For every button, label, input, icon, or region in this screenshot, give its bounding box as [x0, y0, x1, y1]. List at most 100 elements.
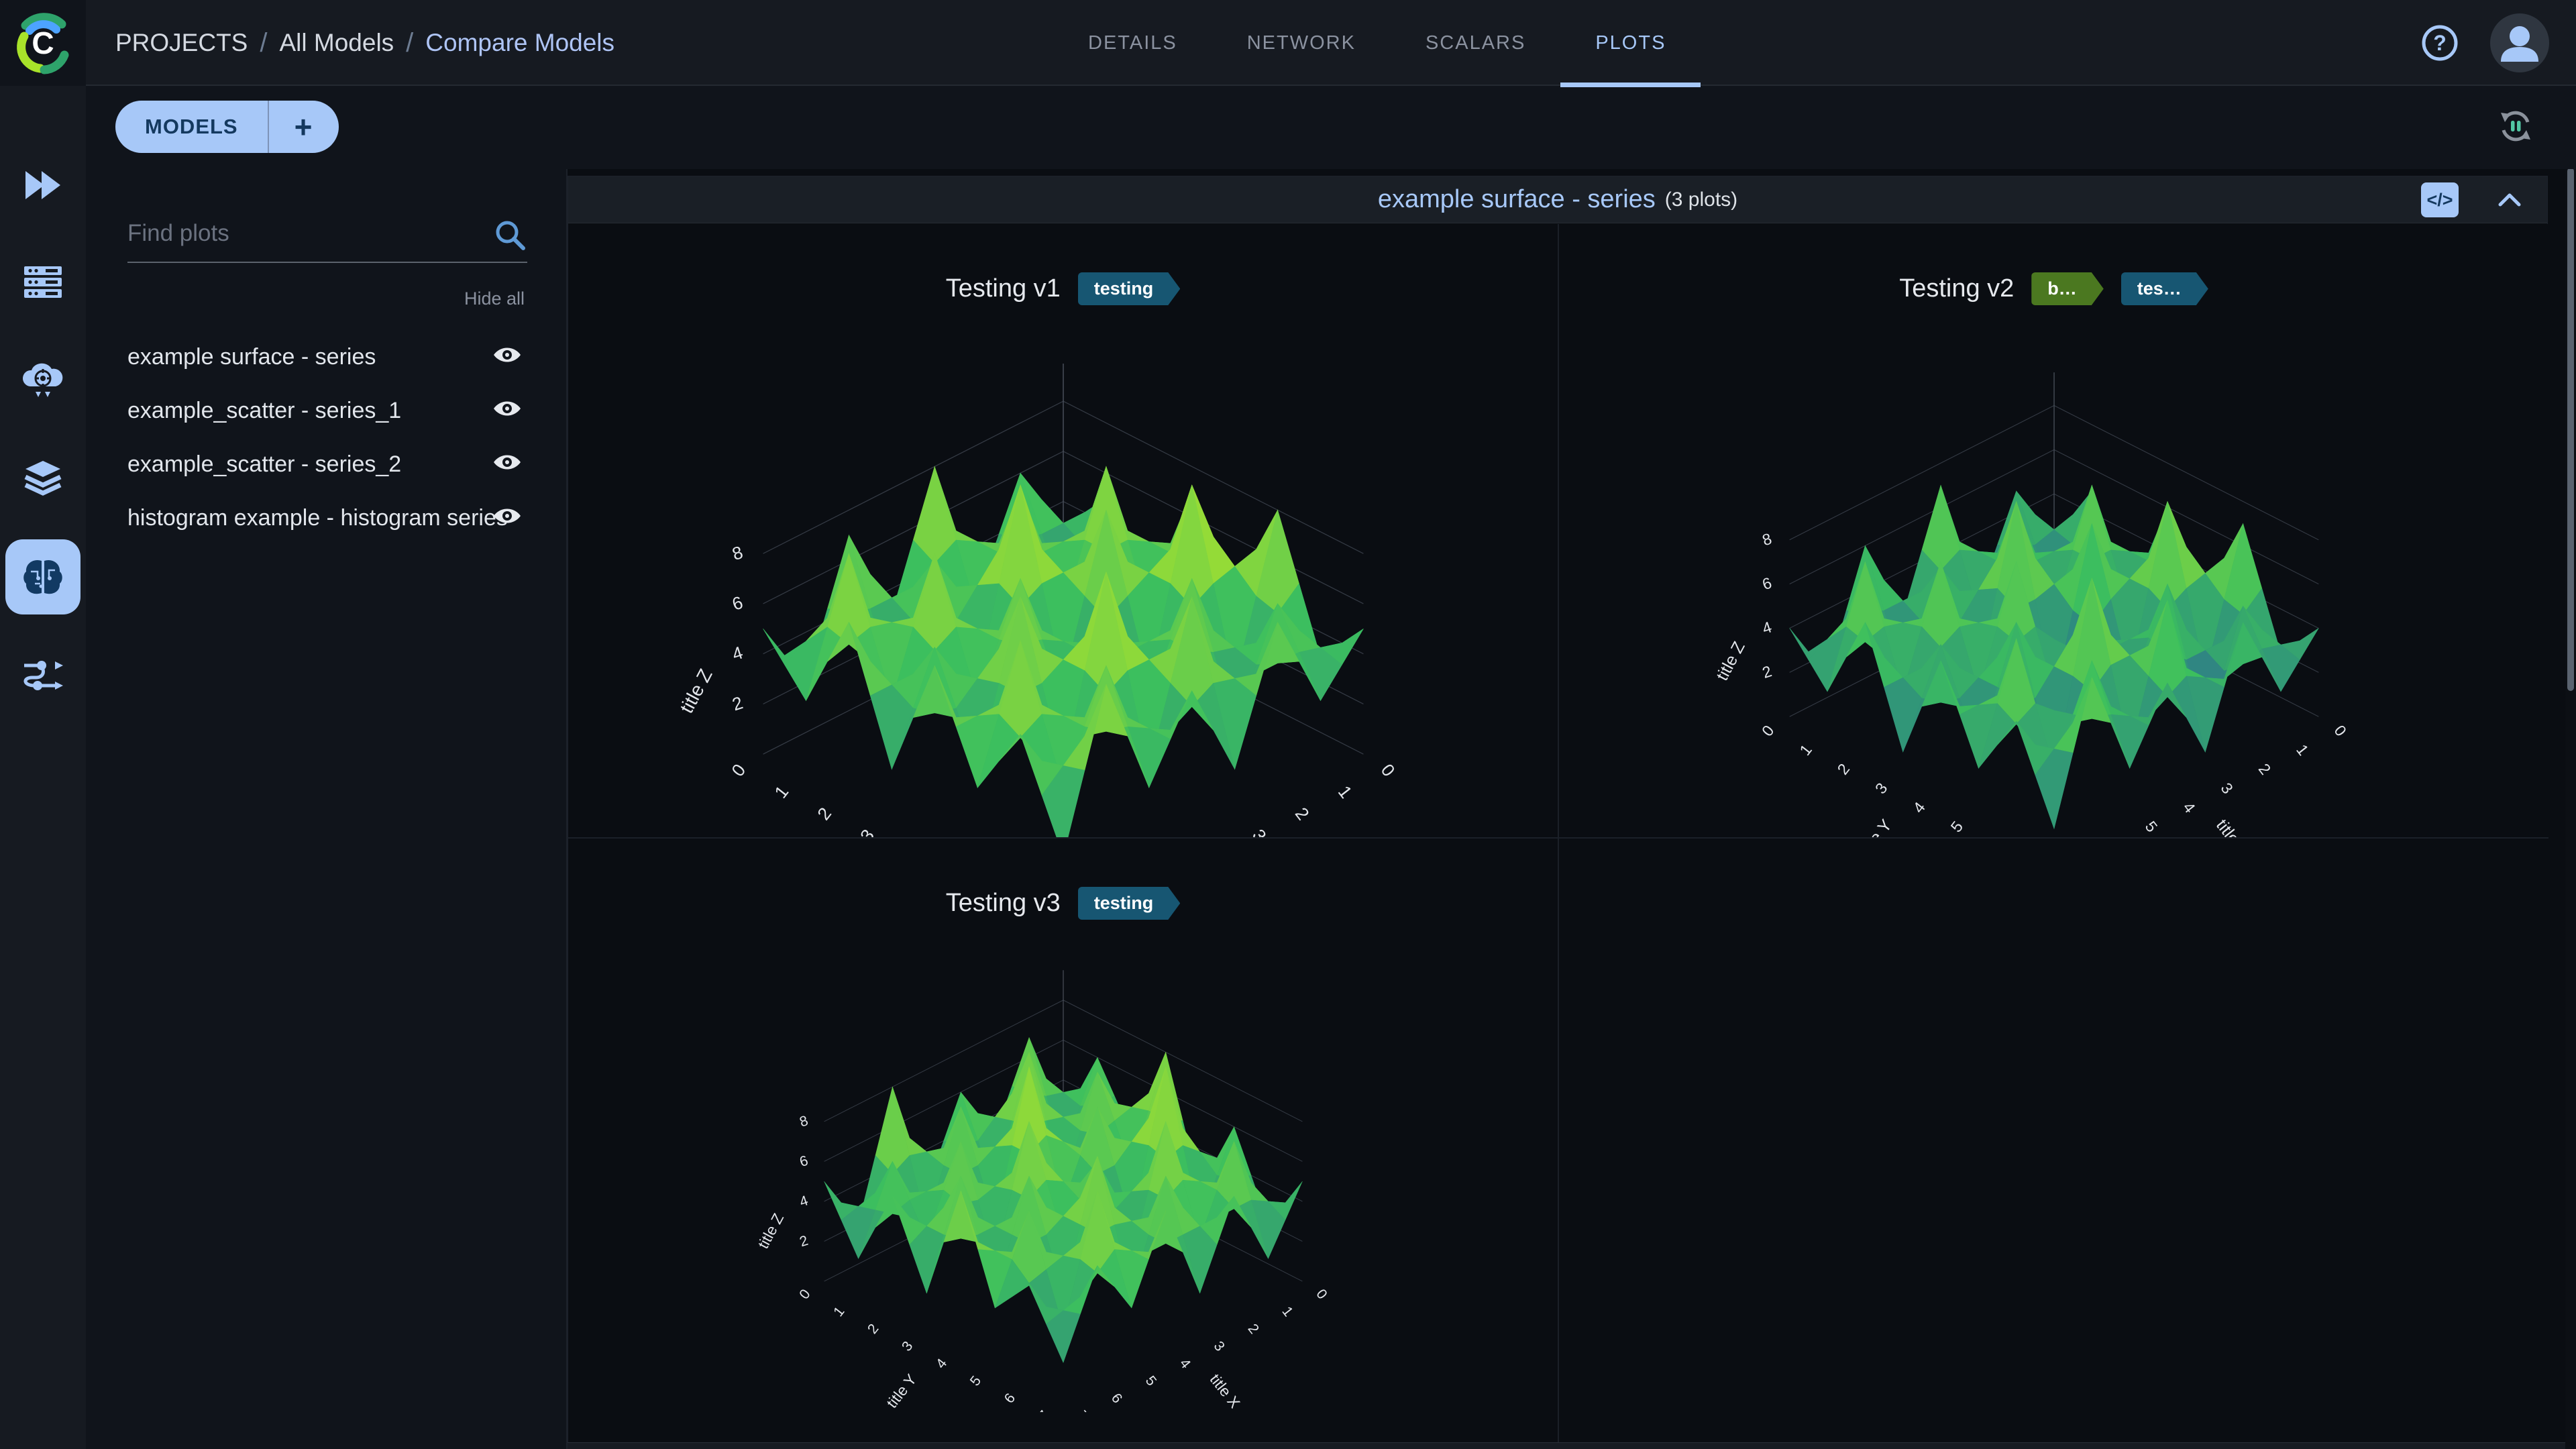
plot-title: Testing v3: [946, 889, 1061, 918]
plot-card-header: Testing v1testing: [568, 272, 1558, 305]
surface-plot-canvas[interactable]: 24680123456701234567title Ztitle Ytitle …: [1705, 338, 2403, 837]
svg-text:4: 4: [798, 1193, 810, 1210]
svg-text:title Z: title Z: [1713, 639, 1749, 684]
svg-text:4: 4: [1909, 799, 1929, 816]
svg-text:6: 6: [1001, 1391, 1018, 1406]
list-item[interactable]: example surface - series: [86, 330, 566, 384]
models-button[interactable]: MODELS: [115, 101, 268, 153]
svg-text:0: 0: [2330, 722, 2350, 739]
svg-text:6: 6: [1108, 1391, 1124, 1406]
projects-icon[interactable]: [5, 148, 80, 223]
models-switch: MODELS +: [115, 101, 339, 153]
fast-forward-icon: [21, 168, 64, 202]
list-item-label: example_scatter - series_1: [127, 398, 401, 424]
breadcrumb-separator: /: [406, 28, 413, 58]
list-item-label: histogram example - histogram series: [127, 505, 508, 531]
svg-text:2: 2: [865, 1321, 881, 1336]
collapse-chevron-up-icon[interactable]: [2496, 191, 2523, 209]
auto-refresh-paused-icon[interactable]: [2494, 105, 2537, 148]
clearml-logo-icon: C: [9, 9, 76, 76]
svg-text:3: 3: [899, 1338, 916, 1354]
svg-text:4: 4: [1176, 1356, 1193, 1372]
help-icon[interactable]: ?: [2420, 23, 2459, 62]
tab-scalars[interactable]: SCALARS: [1391, 0, 1560, 86]
section-actions: </>: [2421, 176, 2523, 223]
svg-text:0: 0: [1758, 722, 1778, 739]
surface-plot: 24680123456701234567title Ztitle Ytitle …: [667, 325, 1459, 837]
list-item-label: example surface - series: [127, 344, 376, 370]
add-model-button[interactable]: +: [269, 101, 339, 153]
svg-text:1: 1: [1334, 782, 1356, 802]
list-item[interactable]: example_scatter - series_1: [86, 384, 566, 437]
svg-text:7: 7: [1035, 1408, 1052, 1412]
svg-text:1: 1: [1796, 741, 1815, 759]
visibility-eye-icon[interactable]: [492, 451, 522, 474]
visibility-eye-icon[interactable]: [492, 343, 522, 366]
left-panel: Hide all example surface - series exampl…: [86, 169, 568, 1449]
visibility-eye-icon[interactable]: [492, 504, 522, 527]
svg-text:3: 3: [1248, 825, 1270, 837]
scrollbar-thumb[interactable]: [2567, 168, 2574, 691]
list-item[interactable]: histogram example - histogram series: [86, 491, 566, 545]
svg-text:2: 2: [729, 692, 745, 714]
tag-badge[interactable]: testing: [1078, 887, 1181, 920]
search-input[interactable]: [127, 207, 476, 260]
services-icon[interactable]: [5, 343, 80, 419]
svg-text:5: 5: [967, 1373, 983, 1389]
workers-icon[interactable]: [5, 246, 80, 321]
nav-rail: [0, 86, 86, 1449]
embed-code-button[interactable]: </>: [2421, 182, 2459, 217]
vertical-scrollbar[interactable]: [2565, 86, 2576, 1449]
cloud-gear-icon: [21, 362, 65, 400]
section-header: example surface - series (3 plots) </>: [568, 176, 2547, 223]
tab-details[interactable]: DETAILS: [1053, 0, 1212, 86]
plot-card: Testing v1testing24680123456701234567tit…: [568, 224, 1558, 837]
svg-text:8: 8: [798, 1113, 810, 1130]
svg-text:2: 2: [1291, 804, 1313, 824]
section-plot-count: (3 plots): [1665, 189, 1737, 211]
svg-text:1: 1: [770, 782, 792, 802]
datasets-icon[interactable]: [5, 441, 80, 517]
breadcrumb-separator: /: [260, 28, 267, 58]
svg-text:4: 4: [1760, 618, 1773, 637]
svg-text:2: 2: [2255, 760, 2274, 777]
svg-text:4: 4: [729, 642, 745, 664]
user-avatar[interactable]: [2490, 13, 2549, 72]
hide-all-button[interactable]: Hide all: [464, 288, 525, 309]
svg-text:2: 2: [1760, 662, 1773, 682]
app-logo[interactable]: C: [0, 0, 86, 86]
svg-text:0: 0: [1377, 760, 1399, 780]
svg-text:5: 5: [2141, 818, 2161, 835]
breadcrumb-all-models[interactable]: All Models: [279, 29, 394, 57]
tag-badge[interactable]: b…: [2031, 272, 2104, 305]
svg-text:8: 8: [729, 542, 745, 564]
svg-text:title Y: title Y: [1855, 816, 1896, 837]
svg-text:5: 5: [1142, 1373, 1159, 1389]
plot-group-section: example surface - series (3 plots) </> T…: [568, 176, 2548, 1449]
breadcrumb-projects[interactable]: PROJECTS: [115, 29, 248, 57]
breadcrumb: PROJECTS / All Models / Compare Models: [115, 0, 614, 86]
tab-bar: DETAILS NETWORK SCALARS PLOTS: [1053, 0, 1701, 86]
search-icon[interactable]: [492, 217, 527, 252]
empty-plot-cell: [1559, 839, 2548, 1449]
plot-card-header: Testing v3 testing: [568, 887, 1558, 920]
svg-text:2: 2: [1833, 760, 1853, 777]
svg-text:title X: title X: [2212, 816, 2253, 837]
list-item[interactable]: example_scatter - series_2: [86, 437, 566, 491]
surface-plot-canvas[interactable]: 24680123456701234567title Ztitle Ytitle …: [667, 325, 1459, 837]
visibility-eye-icon[interactable]: [492, 397, 522, 420]
toolbar: MODELS +: [86, 86, 2576, 169]
svg-text:6: 6: [1760, 574, 1773, 594]
search-row: [127, 207, 527, 263]
tab-network[interactable]: NETWORK: [1212, 0, 1391, 86]
plot-card: Testing v2b…tes…24680123456701234567titl…: [1559, 224, 2548, 837]
tag-badge[interactable]: tes…: [2121, 272, 2208, 305]
svg-text:title Z: title Z: [676, 665, 716, 717]
tab-plots[interactable]: PLOTS: [1560, 0, 1701, 86]
breadcrumb-compare-models[interactable]: Compare Models: [425, 29, 614, 57]
tag-badge[interactable]: testing: [1078, 272, 1181, 305]
pipelines-icon[interactable]: [5, 637, 80, 712]
surface-plot-canvas[interactable]: 24680123456701234567title Ztitle Ytitle …: [748, 939, 1379, 1412]
models-icon[interactable]: [5, 539, 80, 614]
svg-text:3: 3: [856, 825, 878, 837]
